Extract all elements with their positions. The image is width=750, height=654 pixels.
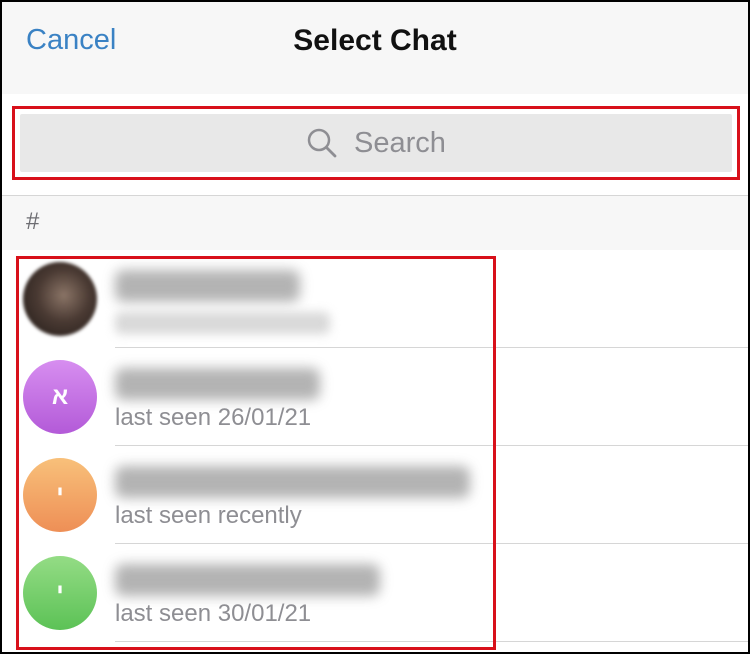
section-label: # bbox=[26, 208, 40, 235]
avatar: י bbox=[23, 556, 97, 630]
chat-row[interactable]: י last seen recently bbox=[2, 446, 748, 544]
app-window: Cancel Select Chat Search # א last seen bbox=[0, 0, 750, 654]
search-placeholder: Search bbox=[354, 126, 446, 159]
chat-list: א last seen 26/01/21 י last seen recentl… bbox=[2, 250, 748, 652]
contact-status: last seen recently bbox=[115, 502, 302, 529]
contact-name-redacted bbox=[115, 368, 320, 400]
chat-row[interactable] bbox=[2, 250, 748, 348]
contact-status: last seen 30/01/21 bbox=[115, 600, 312, 627]
chat-row[interactable]: א last seen 26/01/21 bbox=[2, 348, 748, 446]
avatar-initial: א bbox=[51, 383, 69, 410]
contact-name-redacted bbox=[115, 564, 380, 596]
avatar-initial: י bbox=[56, 481, 64, 508]
avatar bbox=[23, 262, 97, 336]
avatar-initial: י bbox=[56, 579, 64, 606]
search-highlight: Search bbox=[12, 106, 740, 180]
search-icon bbox=[307, 128, 337, 158]
avatar: א bbox=[23, 360, 97, 434]
row-divider bbox=[115, 641, 748, 642]
contact-name-redacted bbox=[115, 466, 470, 498]
page-title: Select Chat bbox=[293, 24, 457, 57]
contact-status-redacted bbox=[115, 312, 330, 334]
search-input[interactable]: Search bbox=[20, 114, 732, 172]
nav-bar: Cancel Select Chat bbox=[2, 2, 748, 94]
contact-status: last seen 26/01/21 bbox=[115, 404, 312, 431]
section-header: # bbox=[2, 196, 748, 250]
chat-row[interactable]: י last seen 30/01/21 bbox=[2, 544, 748, 642]
avatar: י bbox=[23, 458, 97, 532]
contact-name-redacted bbox=[115, 270, 300, 302]
